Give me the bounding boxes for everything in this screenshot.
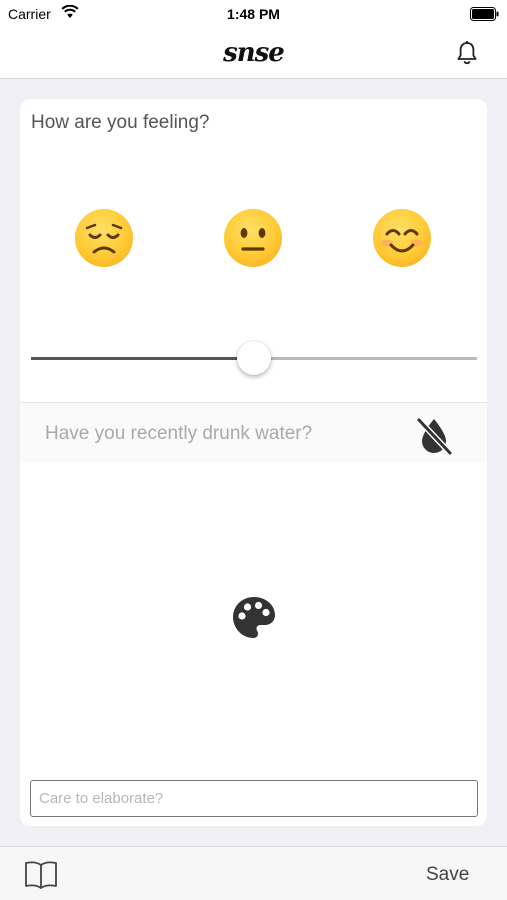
smiling-face-icon[interactable] xyxy=(373,209,431,267)
battery-full-icon xyxy=(470,7,500,26)
save-button[interactable]: Save xyxy=(426,864,469,886)
status-bar: Carrier 1:48 PM xyxy=(0,0,507,28)
water-drop-off-icon[interactable] xyxy=(414,415,454,462)
water-question-row[interactable]: Have you recently drunk water? xyxy=(20,402,487,462)
slider-track-empty xyxy=(254,357,477,360)
status-time: 1:48 PM xyxy=(227,6,280,22)
mood-slider[interactable] xyxy=(31,339,477,379)
nav-bar: snse xyxy=(0,28,507,79)
app-logo: snse xyxy=(223,38,285,68)
slider-thumb[interactable] xyxy=(237,341,271,375)
mood-card: How are you feeling? Have you recently d… xyxy=(20,99,487,826)
feeling-question: How are you feeling? xyxy=(31,112,210,133)
slider-track-filled xyxy=(31,357,254,360)
sad-face-icon[interactable] xyxy=(75,209,133,267)
palette-icon[interactable] xyxy=(230,594,278,647)
book-icon[interactable] xyxy=(24,860,58,895)
bottom-toolbar: Save xyxy=(0,846,507,900)
water-question: Have you recently drunk water? xyxy=(45,423,313,444)
bell-icon[interactable] xyxy=(456,40,478,70)
elaborate-input[interactable] xyxy=(30,780,478,817)
neutral-face-icon[interactable] xyxy=(224,209,282,267)
